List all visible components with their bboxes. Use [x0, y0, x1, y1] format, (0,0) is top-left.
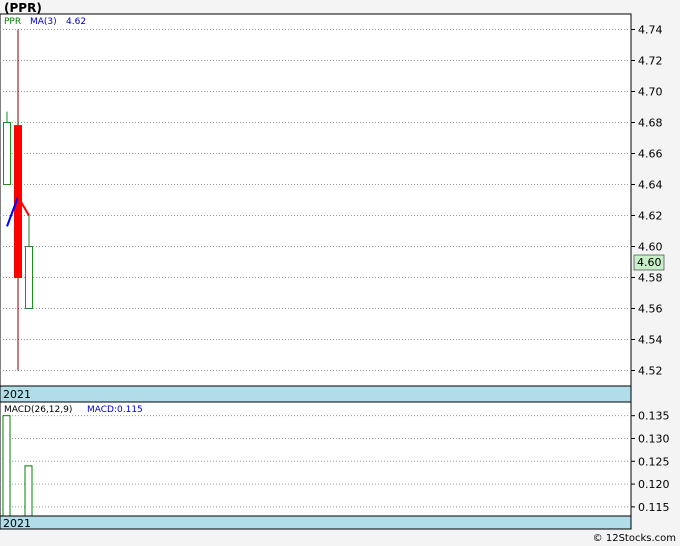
candle-body	[25, 246, 33, 309]
price-tick-label: 4.66	[638, 148, 663, 161]
macd-tick-label: 0.115	[638, 501, 670, 514]
macd-tick-label: 0.135	[638, 410, 670, 423]
macd-year-label: 2021	[3, 517, 31, 530]
price-tick-label: 4.70	[638, 86, 663, 99]
price-plot-area	[0, 13, 632, 387]
price-legend: PPR MA(3) 4.62	[4, 17, 86, 27]
macd-y-axis: 0.135 0.130 0.125 0.120 0.115	[631, 410, 670, 514]
macd-bar	[24, 465, 33, 517]
price-tick-label: 4.68	[638, 117, 663, 130]
watermark: © 12Stocks.com	[592, 533, 676, 544]
stock-chart: 4.74 4.72 4.70 4.68 4.66 4.64 4.62 4.60 4.58 4.56…	[0, 13, 670, 530]
macd-tick-label: 0.125	[638, 455, 670, 468]
price-tick-label: 4.64	[638, 179, 663, 192]
macd-tick-label: 0.130	[638, 432, 670, 445]
macd-legend-label: MACD(26,12,9)	[4, 405, 72, 415]
macd-tick-label: 0.120	[638, 478, 670, 491]
macd-legend-value: MACD:0.115	[87, 405, 143, 415]
candle-body	[3, 122, 11, 185]
price-tick-label: 4.58	[638, 272, 663, 285]
macd-year-band	[0, 515, 632, 530]
last-price-label: 4.60	[637, 256, 662, 269]
price-tick-label: 4.52	[638, 365, 663, 378]
price-y-axis: 4.74 4.72 4.70 4.68 4.66 4.64 4.62 4.60 4.58 4.56…	[631, 24, 663, 378]
price-tick-label: 4.62	[638, 210, 663, 223]
price-tick-label: 4.54	[638, 334, 663, 347]
price-tick-label: 4.56	[638, 303, 663, 316]
price-panel: 4.74 4.72 4.70 4.68 4.66 4.64 4.62 4.60 4.58 4.56…	[0, 13, 665, 403]
macd-bar	[2, 415, 11, 517]
price-year-label: 2021	[3, 388, 31, 401]
macd-plot-area	[0, 401, 632, 517]
legend-ma-value: 4.62	[66, 17, 86, 27]
last-price-marker: 4.60	[633, 254, 665, 271]
price-tick-label: 4.72	[638, 55, 663, 68]
price-tick-label: 4.60	[638, 241, 663, 254]
legend-ma-label: MA(3)	[30, 17, 57, 27]
price-tick-label: 4.74	[638, 24, 663, 37]
price-year-band	[0, 385, 632, 403]
legend-ticker: PPR	[4, 17, 21, 27]
macd-panel: 0.135 0.130 0.125 0.120 0.115 2021 MACD(26,1…	[0, 401, 670, 530]
